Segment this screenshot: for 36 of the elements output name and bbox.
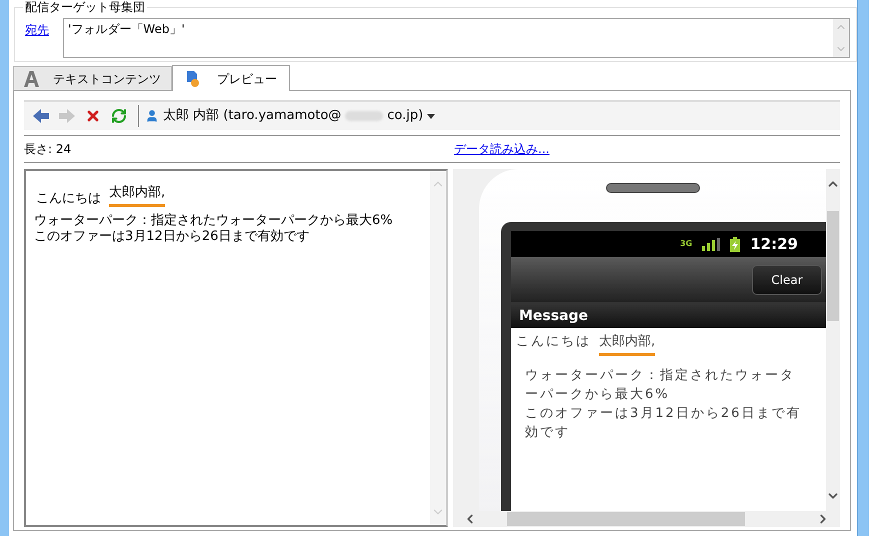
tab[interactable]: テキストコンテンツ bbox=[13, 66, 172, 90]
scrollbar[interactable] bbox=[430, 171, 446, 525]
scroll-thumb[interactable] bbox=[507, 512, 745, 526]
recipient-field[interactable]: 'フォルダー「Web」' bbox=[63, 18, 850, 58]
document-globe-icon bbox=[185, 70, 201, 88]
battery-charging-icon bbox=[730, 236, 740, 252]
network-3g-icon: 3G bbox=[680, 240, 692, 248]
right-arrow-icon bbox=[59, 109, 75, 123]
left-arrow-icon bbox=[33, 109, 49, 123]
signal-icon bbox=[702, 238, 720, 250]
name-text: 太郎内部, bbox=[109, 185, 166, 207]
scrollbar[interactable] bbox=[833, 19, 849, 57]
to-link[interactable]: 宛先 bbox=[25, 22, 49, 61]
message-line: このオファーは3月12日から26日まで有効です bbox=[34, 229, 310, 245]
close-icon bbox=[85, 108, 101, 124]
text-editor[interactable]: こんにちは 太郎内部, ウォーターパーク：指定されたウォーターパークから最大6% このオファーは3月12日から26日まで有効です bbox=[24, 169, 448, 527]
group-title: 配信ターゲット母集団 bbox=[23, 0, 147, 15]
length-label: 長さ: 24 bbox=[24, 141, 72, 158]
greeting-text: こんにちは bbox=[516, 333, 591, 351]
tab[interactable]: プレビュー bbox=[172, 65, 290, 91]
message-line: ウォーターパーク：指定されたウォーターパークから最大6% bbox=[34, 213, 394, 229]
name-text: 太郎内部, bbox=[599, 332, 656, 356]
message-line: ウォーターパーク：指定されたウォーターパークから最大6% bbox=[525, 366, 796, 404]
greeting-text: こんにちは bbox=[36, 191, 101, 207]
clear-button[interactable]: Clear bbox=[752, 264, 822, 294]
caret-icon bbox=[427, 114, 436, 118]
recipient-dropdown[interactable]: 太郎 内部 (taro.yamamoto@ co.jp) bbox=[145, 106, 436, 126]
load-data-link[interactable]: データ読み込み... bbox=[454, 140, 550, 158]
recipient-value: 'フォルダー「Web」' bbox=[67, 21, 186, 38]
letter-a-icon bbox=[24, 70, 39, 86]
clock-time: 12:29 bbox=[750, 234, 798, 255]
message-line: このオファーは3月12日から26日まで有効です bbox=[525, 404, 802, 442]
refresh-icon bbox=[111, 108, 127, 124]
scroll-thumb[interactable] bbox=[827, 211, 839, 321]
person-icon bbox=[145, 109, 159, 123]
message-header: Message bbox=[511, 304, 826, 328]
